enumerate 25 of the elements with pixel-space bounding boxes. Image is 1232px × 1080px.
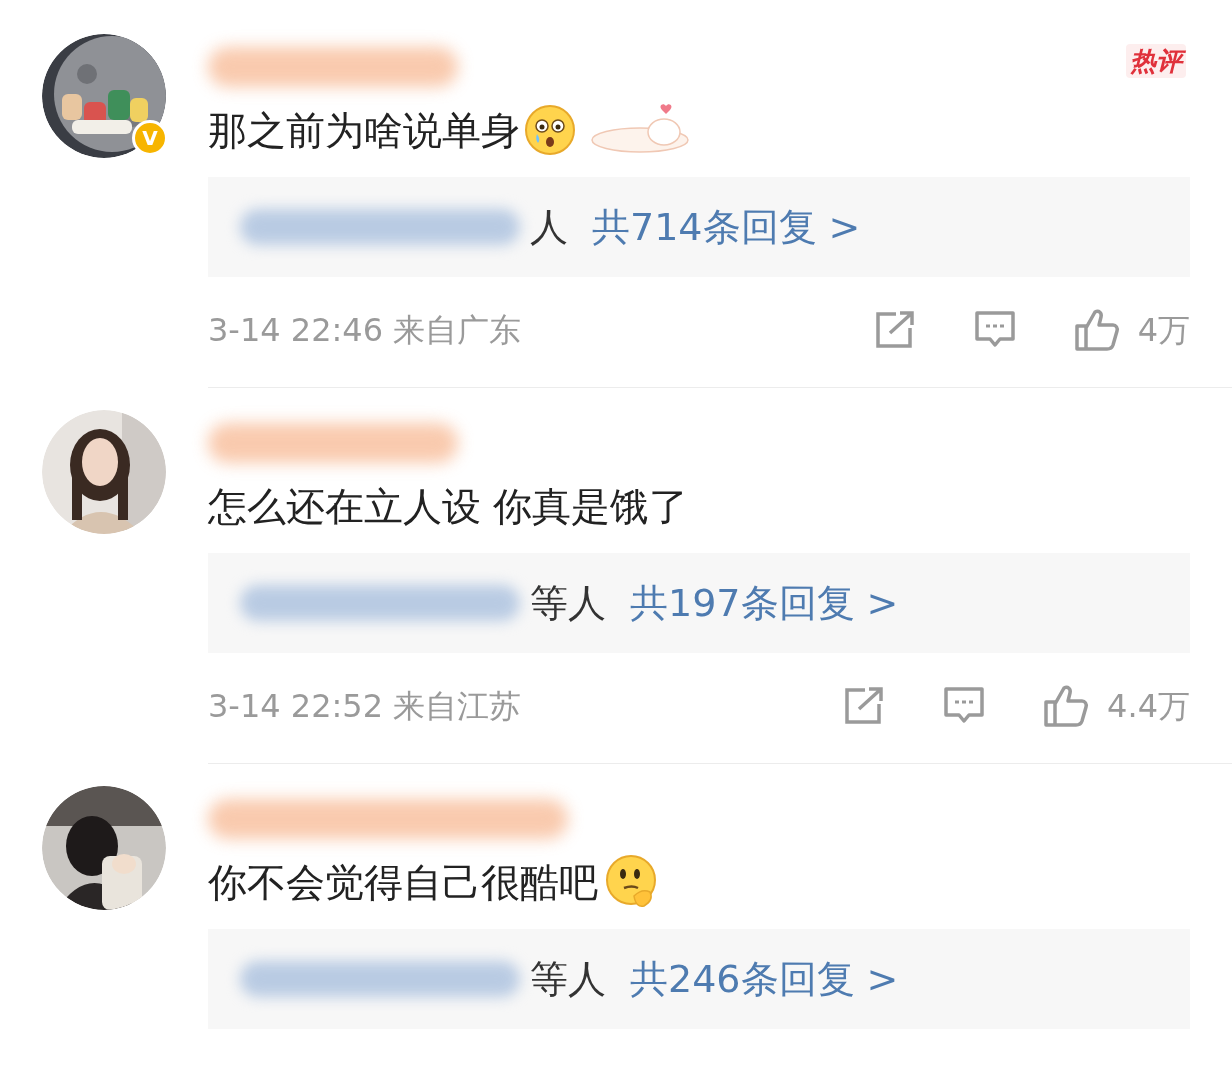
thumbs-up-icon[interactable] xyxy=(1043,684,1090,728)
comment-icon[interactable] xyxy=(943,686,986,726)
thumbs-up-icon[interactable] xyxy=(1073,308,1120,352)
comment-time-location: 3-14 22:46 来自广东 xyxy=(208,310,522,351)
comment-text: 怎么还在立人设 你真是饿了 xyxy=(208,486,689,526)
hot-comment-badge: 热评 xyxy=(1126,44,1186,78)
reply-summary[interactable]: 等人 共246条回复 > xyxy=(208,929,1190,1029)
like-count: 4.4万 xyxy=(1107,686,1190,727)
comment-text: 你不会觉得自己很酷吧 xyxy=(208,862,598,902)
reply-users-suffix: 等人 xyxy=(530,579,606,627)
verified-badge: V xyxy=(132,120,168,156)
share-icon[interactable] xyxy=(873,311,916,349)
comment-text: 那之前为啥说单身 xyxy=(208,110,520,150)
comment-icon[interactable] xyxy=(973,310,1016,350)
reply-count-link[interactable]: 共714条回复 > xyxy=(592,198,861,256)
reply-users-suffix: 等人 xyxy=(530,955,606,1003)
reply-count-link[interactable]: 共246条回复 > xyxy=(630,950,899,1008)
share-icon[interactable] xyxy=(843,687,886,725)
reply-users-suffix: 人 xyxy=(530,203,568,251)
like-count: 4万 xyxy=(1137,310,1190,351)
reply-summary[interactable]: 人 共714条回复 > xyxy=(208,177,1190,277)
reply-summary[interactable]: 等人 共197条回复 > xyxy=(208,553,1190,653)
crying-emoji-icon xyxy=(524,104,576,156)
reply-count-link[interactable]: 共197条回复 > xyxy=(630,574,899,632)
comment-time-location: 3-14 22:52 来自江苏 xyxy=(208,686,522,727)
